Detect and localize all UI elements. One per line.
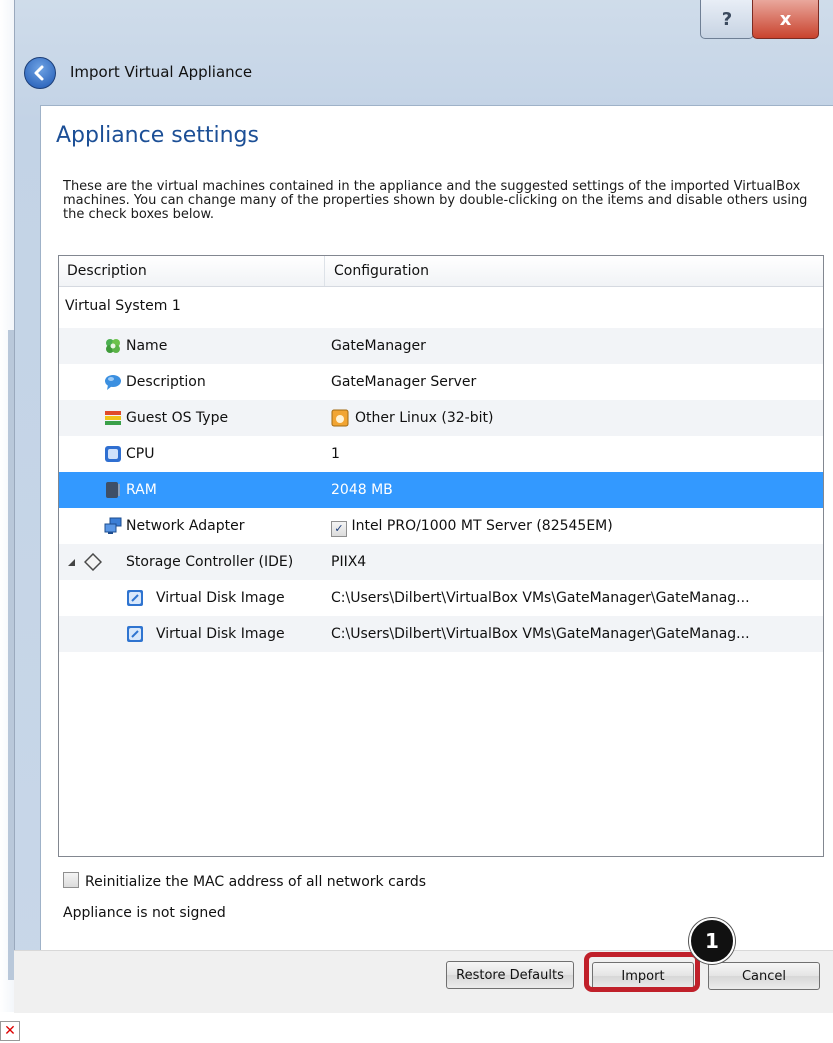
restore-defaults-button[interactable]: Restore Defaults	[446, 961, 574, 989]
row-configuration: 2048 MB	[331, 482, 393, 498]
row-configuration: C:\Users\Dilbert\VirtualBox VMs\GateMana…	[331, 590, 750, 606]
help-icon: ?	[721, 8, 733, 30]
intro-text: These are the virtual machines contained…	[63, 179, 808, 222]
left-edge	[0, 0, 14, 1012]
network-icon	[104, 517, 122, 534]
table-row[interactable]: Storage Controller (IDE) PIIX4	[59, 544, 823, 580]
row-description: Storage Controller (IDE)	[126, 554, 294, 570]
disk-icon	[127, 626, 143, 642]
table-row[interactable]: Virtual Disk Image C:\Users\Dilbert\Virt…	[59, 580, 823, 616]
name-icon	[106, 339, 120, 353]
row-configuration: PIIX4	[331, 554, 367, 570]
row-description: Description	[126, 374, 206, 390]
storage-icon	[84, 553, 102, 571]
help-button[interactable]: ?	[700, 0, 754, 39]
table-row[interactable]: Guest OS Type Other Linux (32-bit)	[59, 400, 823, 436]
reinit-mac-option[interactable]: Reinitialize the MAC address of all netw…	[63, 872, 426, 890]
row-description: Name	[126, 338, 168, 354]
row-configuration: Intel PRO/1000 MT Server (82545EM)	[351, 518, 613, 534]
reinit-mac-checkbox[interactable]	[63, 872, 79, 888]
row-description: RAM	[126, 482, 157, 498]
broken-image-icon: ✕	[0, 1021, 20, 1041]
row-description: Virtual Disk Image	[156, 626, 285, 642]
row-configuration-with-checkbox: ✓ Intel PRO/1000 MT Server (82545EM)	[331, 518, 613, 537]
row-description: Virtual System 1	[65, 298, 181, 314]
table-row[interactable]: CPU 1	[59, 436, 823, 472]
back-arrow-icon	[34, 65, 44, 81]
network-adapter-checkbox[interactable]: ✓	[331, 521, 347, 537]
os-type-icon	[105, 411, 121, 425]
close-button[interactable]: x	[752, 0, 819, 39]
column-divider	[324, 256, 325, 286]
column-header-configuration[interactable]: Configuration	[334, 263, 429, 279]
cancel-button[interactable]: Cancel	[708, 962, 820, 990]
table-header: Description Configuration	[59, 256, 823, 287]
row-configuration: C:\Users\Dilbert\VirtualBox VMs\GateMana…	[331, 626, 750, 642]
import-highlight-ring	[584, 952, 700, 992]
table-row[interactable]: Virtual Disk Image C:\Users\Dilbert\Virt…	[59, 616, 823, 652]
table-row-selected[interactable]: RAM 2048 MB	[59, 472, 823, 508]
collapse-triangle-icon[interactable]	[67, 558, 76, 567]
signature-status: Appliance is not signed	[63, 905, 226, 921]
callout-number-badge: 1	[689, 918, 735, 964]
back-button[interactable]	[24, 57, 56, 89]
reinit-mac-label: Reinitialize the MAC address of all netw…	[85, 874, 427, 890]
row-configuration: 1	[331, 446, 340, 462]
cpu-icon	[105, 446, 121, 462]
window-title: Import Virtual Appliance	[70, 63, 253, 81]
column-header-description[interactable]: Description	[67, 263, 147, 279]
row-description: Network Adapter	[126, 518, 245, 534]
table-row[interactable]: Network Adapter ✓ Intel PRO/1000 MT Serv…	[59, 508, 823, 544]
row-description: CPU	[126, 446, 155, 462]
close-icon: x	[779, 8, 792, 30]
ram-icon	[106, 482, 120, 498]
row-configuration: GateManager	[331, 338, 426, 354]
linux-os-icon	[331, 409, 349, 427]
row-configuration: GateManager Server	[331, 374, 477, 390]
row-description: Virtual Disk Image	[156, 590, 285, 606]
appliance-settings-table[interactable]: Description Configuration Virtual System…	[58, 255, 824, 857]
row-description: Guest OS Type	[126, 410, 229, 426]
description-icon	[105, 375, 121, 390]
page-heading: Appliance settings	[56, 123, 259, 148]
row-configuration: Other Linux (32-bit)	[355, 410, 494, 426]
table-row[interactable]: Name GateManager	[59, 328, 823, 364]
table-row[interactable]: Description GateManager Server	[59, 364, 823, 400]
disk-icon	[127, 590, 143, 606]
table-row[interactable]: Virtual System 1	[59, 288, 823, 324]
